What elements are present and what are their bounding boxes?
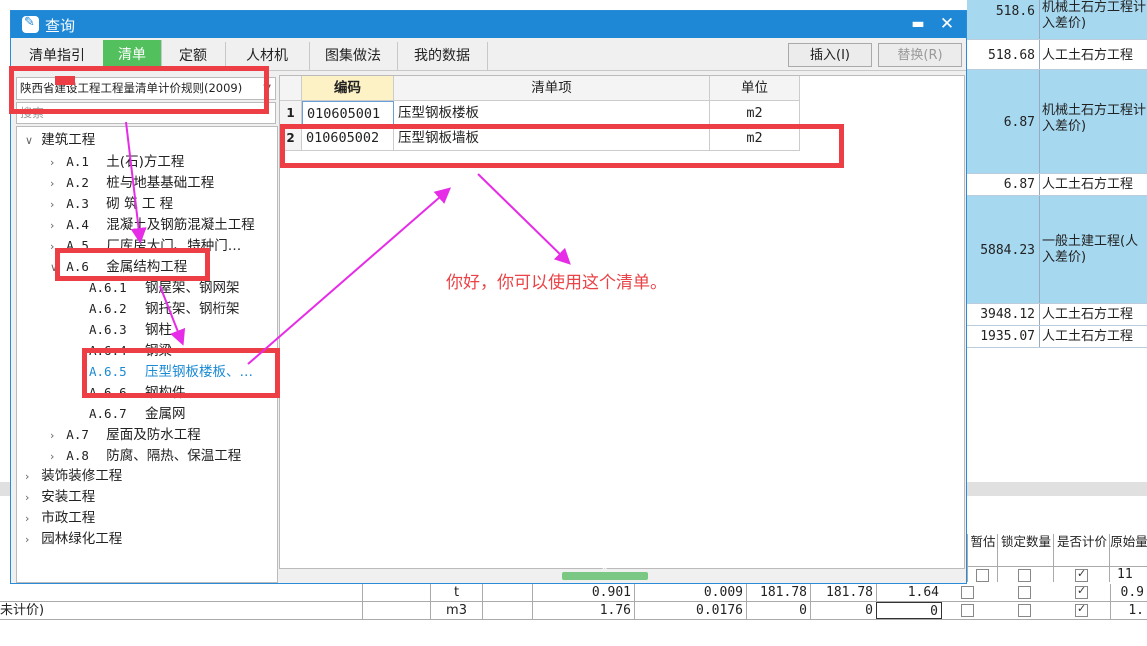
tree-node-a6-2[interactable]: A.6.2 钢托架、钢桁架 [89, 298, 240, 319]
bg-row[interactable]: 6.87 机械土石方工程计入差价) [967, 70, 1147, 174]
bg-row[interactable]: 5884.23 一般土建工程(人入差价) [967, 196, 1147, 304]
chevron-down-icon[interactable]: ∨ [25, 130, 37, 151]
chevron-right-icon[interactable]: › [50, 152, 62, 173]
table-cell-unit[interactable]: m2 [710, 101, 800, 126]
bg-checkbox[interactable] [1075, 567, 1088, 582]
title-bar[interactable]: 查询 ▬ ✕ [11, 11, 966, 38]
bg-row[interactable]: 6.87 人工土石方工程 [967, 174, 1147, 196]
bg-row[interactable]: 518.68 人工土石方工程 [967, 40, 1147, 70]
column-header-code[interactable]: 编码 [302, 76, 394, 101]
highlight-box-row-2 [280, 124, 844, 168]
panel-splitter-handle[interactable] [562, 565, 648, 580]
bg-checkbox[interactable] [961, 586, 974, 599]
chevron-right-icon[interactable]: › [50, 425, 62, 446]
bg-table-header: 暂估 锁定数量 是否计价 原始量 11 [967, 534, 1147, 584]
bg-checkbox[interactable] [1075, 602, 1088, 617]
window-title: 查询 [45, 17, 76, 35]
bg-row[interactable]: 3948.12 人工土石方工程 [967, 304, 1147, 326]
tree-node-a2[interactable]: › A.2 桩与地基基础工程 [50, 172, 214, 193]
tab-atlas-method[interactable]: 图集做法 [309, 42, 398, 70]
tree-node-a1[interactable]: › A.1 土(石)方工程 [50, 151, 184, 172]
tree-node-a6-3[interactable]: A.6.3 钢柱 [89, 319, 172, 340]
chevron-right-icon[interactable]: › [25, 487, 37, 508]
bg-checkbox[interactable] [1075, 584, 1088, 599]
chevron-right-icon[interactable]: › [50, 173, 62, 194]
chevron-right-icon[interactable]: › [25, 508, 37, 529]
annotation-note: 你好，你可以使用这个清单。 [446, 273, 667, 293]
highlight-box-a6-5 [82, 348, 280, 398]
bg-checkbox[interactable] [961, 604, 974, 617]
tree-node-a6-7[interactable]: A.6.7 金属网 [89, 403, 186, 424]
highlight-box-library [9, 66, 269, 114]
tree-node-a7[interactable]: › A.7 屋面及防水工程 [50, 424, 201, 445]
table-cell-code[interactable]: 010605001 [302, 101, 394, 126]
redaction-mark [55, 76, 75, 85]
bg-row[interactable]: 1935.07 人工土石方工程 [967, 326, 1147, 348]
bg-bottom-rows: t 0.901 0.009 181.78 181.78 1.64 0.9 未计价… [0, 584, 1147, 624]
tree-node-decoration[interactable]: › 装饰装修工程 [25, 466, 122, 487]
bg-checkbox[interactable] [1018, 569, 1031, 582]
chevron-right-icon[interactable]: › [25, 466, 37, 487]
chevron-right-icon[interactable]: › [50, 194, 62, 215]
chevron-right-icon[interactable]: › [50, 446, 62, 467]
tree-node-a3[interactable]: › A.3 砌 筑 工 程 [50, 193, 173, 214]
tree-node-a8[interactable]: › A.8 防腐、隔热、保温工程 [50, 445, 241, 466]
table-cell-item[interactable]: 压型钢板楼板 [394, 101, 710, 126]
tree-node-installation[interactable]: › 安装工程 [25, 487, 95, 508]
bg-checkbox[interactable] [1018, 604, 1031, 617]
insert-button[interactable]: 插入(I) [788, 43, 872, 67]
bg-checkbox[interactable] [976, 569, 989, 582]
table-row[interactable]: t 0.901 0.009 181.78 181.78 1.64 0.9 [0, 584, 1147, 602]
table-row[interactable]: 未计价) m3 1.76 0.0176 0 0 0 1. [0, 602, 1147, 620]
tab-my-data[interactable]: 我的数据 [397, 42, 488, 70]
bg-row[interactable]: 518.6 机械土石方工程计入差价) [967, 0, 1147, 40]
tree-node-landscape[interactable]: › 园林绿化工程 [25, 529, 122, 550]
highlight-box-a6 [55, 248, 210, 281]
replace-button[interactable]: 替换(R) [878, 43, 962, 67]
grid-corner [280, 76, 302, 101]
column-header-unit[interactable]: 单位 [710, 76, 800, 101]
tree-node-building[interactable]: ∨ 建筑工程 [25, 130, 95, 151]
chevron-right-icon[interactable]: › [50, 215, 62, 236]
chevron-right-icon[interactable]: › [25, 529, 37, 550]
close-icon[interactable]: ✕ [938, 14, 956, 34]
bg-checkbox[interactable] [1018, 586, 1031, 599]
row-number: 1 [280, 101, 302, 126]
column-header-item[interactable]: 清单项 [394, 76, 710, 101]
maximize-icon[interactable]: ▬ [910, 15, 926, 33]
tree-node-a4[interactable]: › A.4 混凝土及钢筋混凝土工程 [50, 214, 255, 235]
tree-node-municipal[interactable]: › 市政工程 [25, 508, 95, 529]
app-logo-icon [22, 15, 39, 33]
